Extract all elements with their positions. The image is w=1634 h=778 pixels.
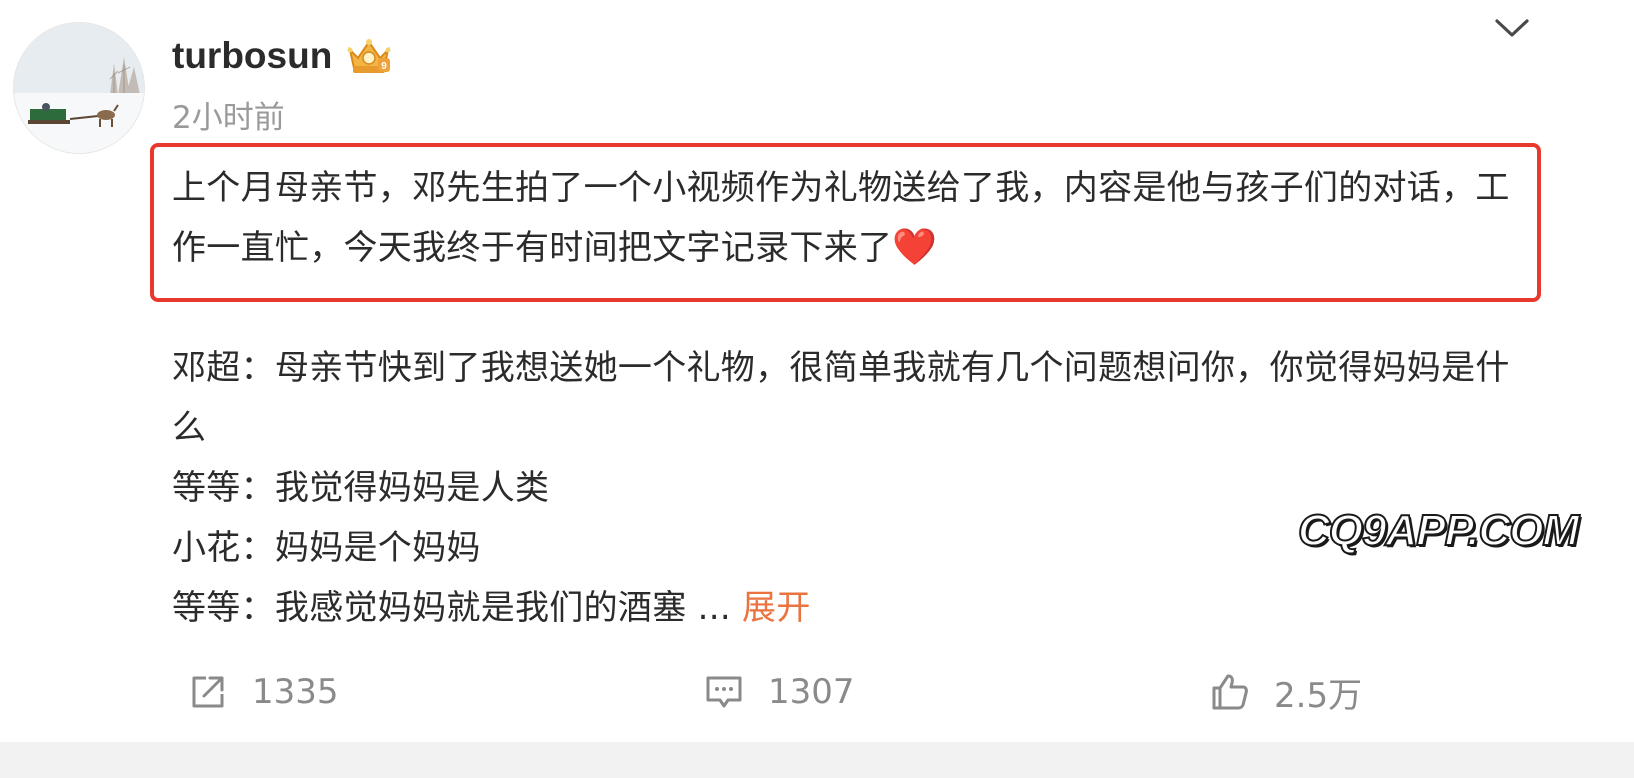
repost-count: 1335 [252, 672, 339, 712]
heart-emoji-icon: ❤️ [892, 227, 938, 268]
post-timestamp: 2小时前 [172, 100, 285, 136]
repost-button[interactable]: 1335 [186, 664, 339, 720]
vip-crown-badge-icon[interactable]: 9 [344, 36, 394, 78]
action-bar: 1335 1307 2.5万 [0, 664, 1634, 720]
like-button[interactable]: 2.5万 [1208, 664, 1362, 720]
post-dialogue: 邓超：母亲节快到了我想送她一个礼物，很简单我就有几个问题想问你，你觉得妈妈是什么… [172, 338, 1532, 638]
dialogue-line-text: 等等：我感觉妈妈就是我们的酒塞 ... [172, 588, 731, 628]
comment-count: 1307 [768, 672, 855, 712]
like-count: 2.5万 [1274, 675, 1363, 716]
author-name[interactable]: turbosun [172, 30, 332, 82]
post-intro-text: 上个月母亲节，邓先生拍了一个小视频作为礼物送给了我，内容是他与孩子们的对话，工作… [172, 168, 1510, 268]
avatar[interactable] [13, 22, 145, 154]
comment-icon [706, 676, 742, 708]
watermark: CQ9APP.COM [1297, 505, 1580, 556]
svg-text:9: 9 [381, 61, 387, 72]
chevron-down-icon[interactable] [1492, 14, 1532, 42]
post-intro: 上个月母亲节，邓先生拍了一个小视频作为礼物送给了我，内容是他与孩子们的对话，工作… [172, 158, 1532, 278]
like-icon [1212, 674, 1248, 710]
dialogue-line: 邓超：母亲节快到了我想送她一个礼物，很简单我就有几个问题想问你，你觉得妈妈是什么 [172, 348, 1510, 448]
divider [0, 742, 1634, 778]
expand-link[interactable]: 展开 [742, 588, 811, 628]
avatar-image [14, 23, 144, 153]
dialogue-line-last: 等等：我感觉妈妈就是我们的酒塞 ... 展开 [172, 578, 1532, 638]
comment-button[interactable]: 1307 [702, 664, 855, 720]
repost-icon [192, 676, 224, 708]
